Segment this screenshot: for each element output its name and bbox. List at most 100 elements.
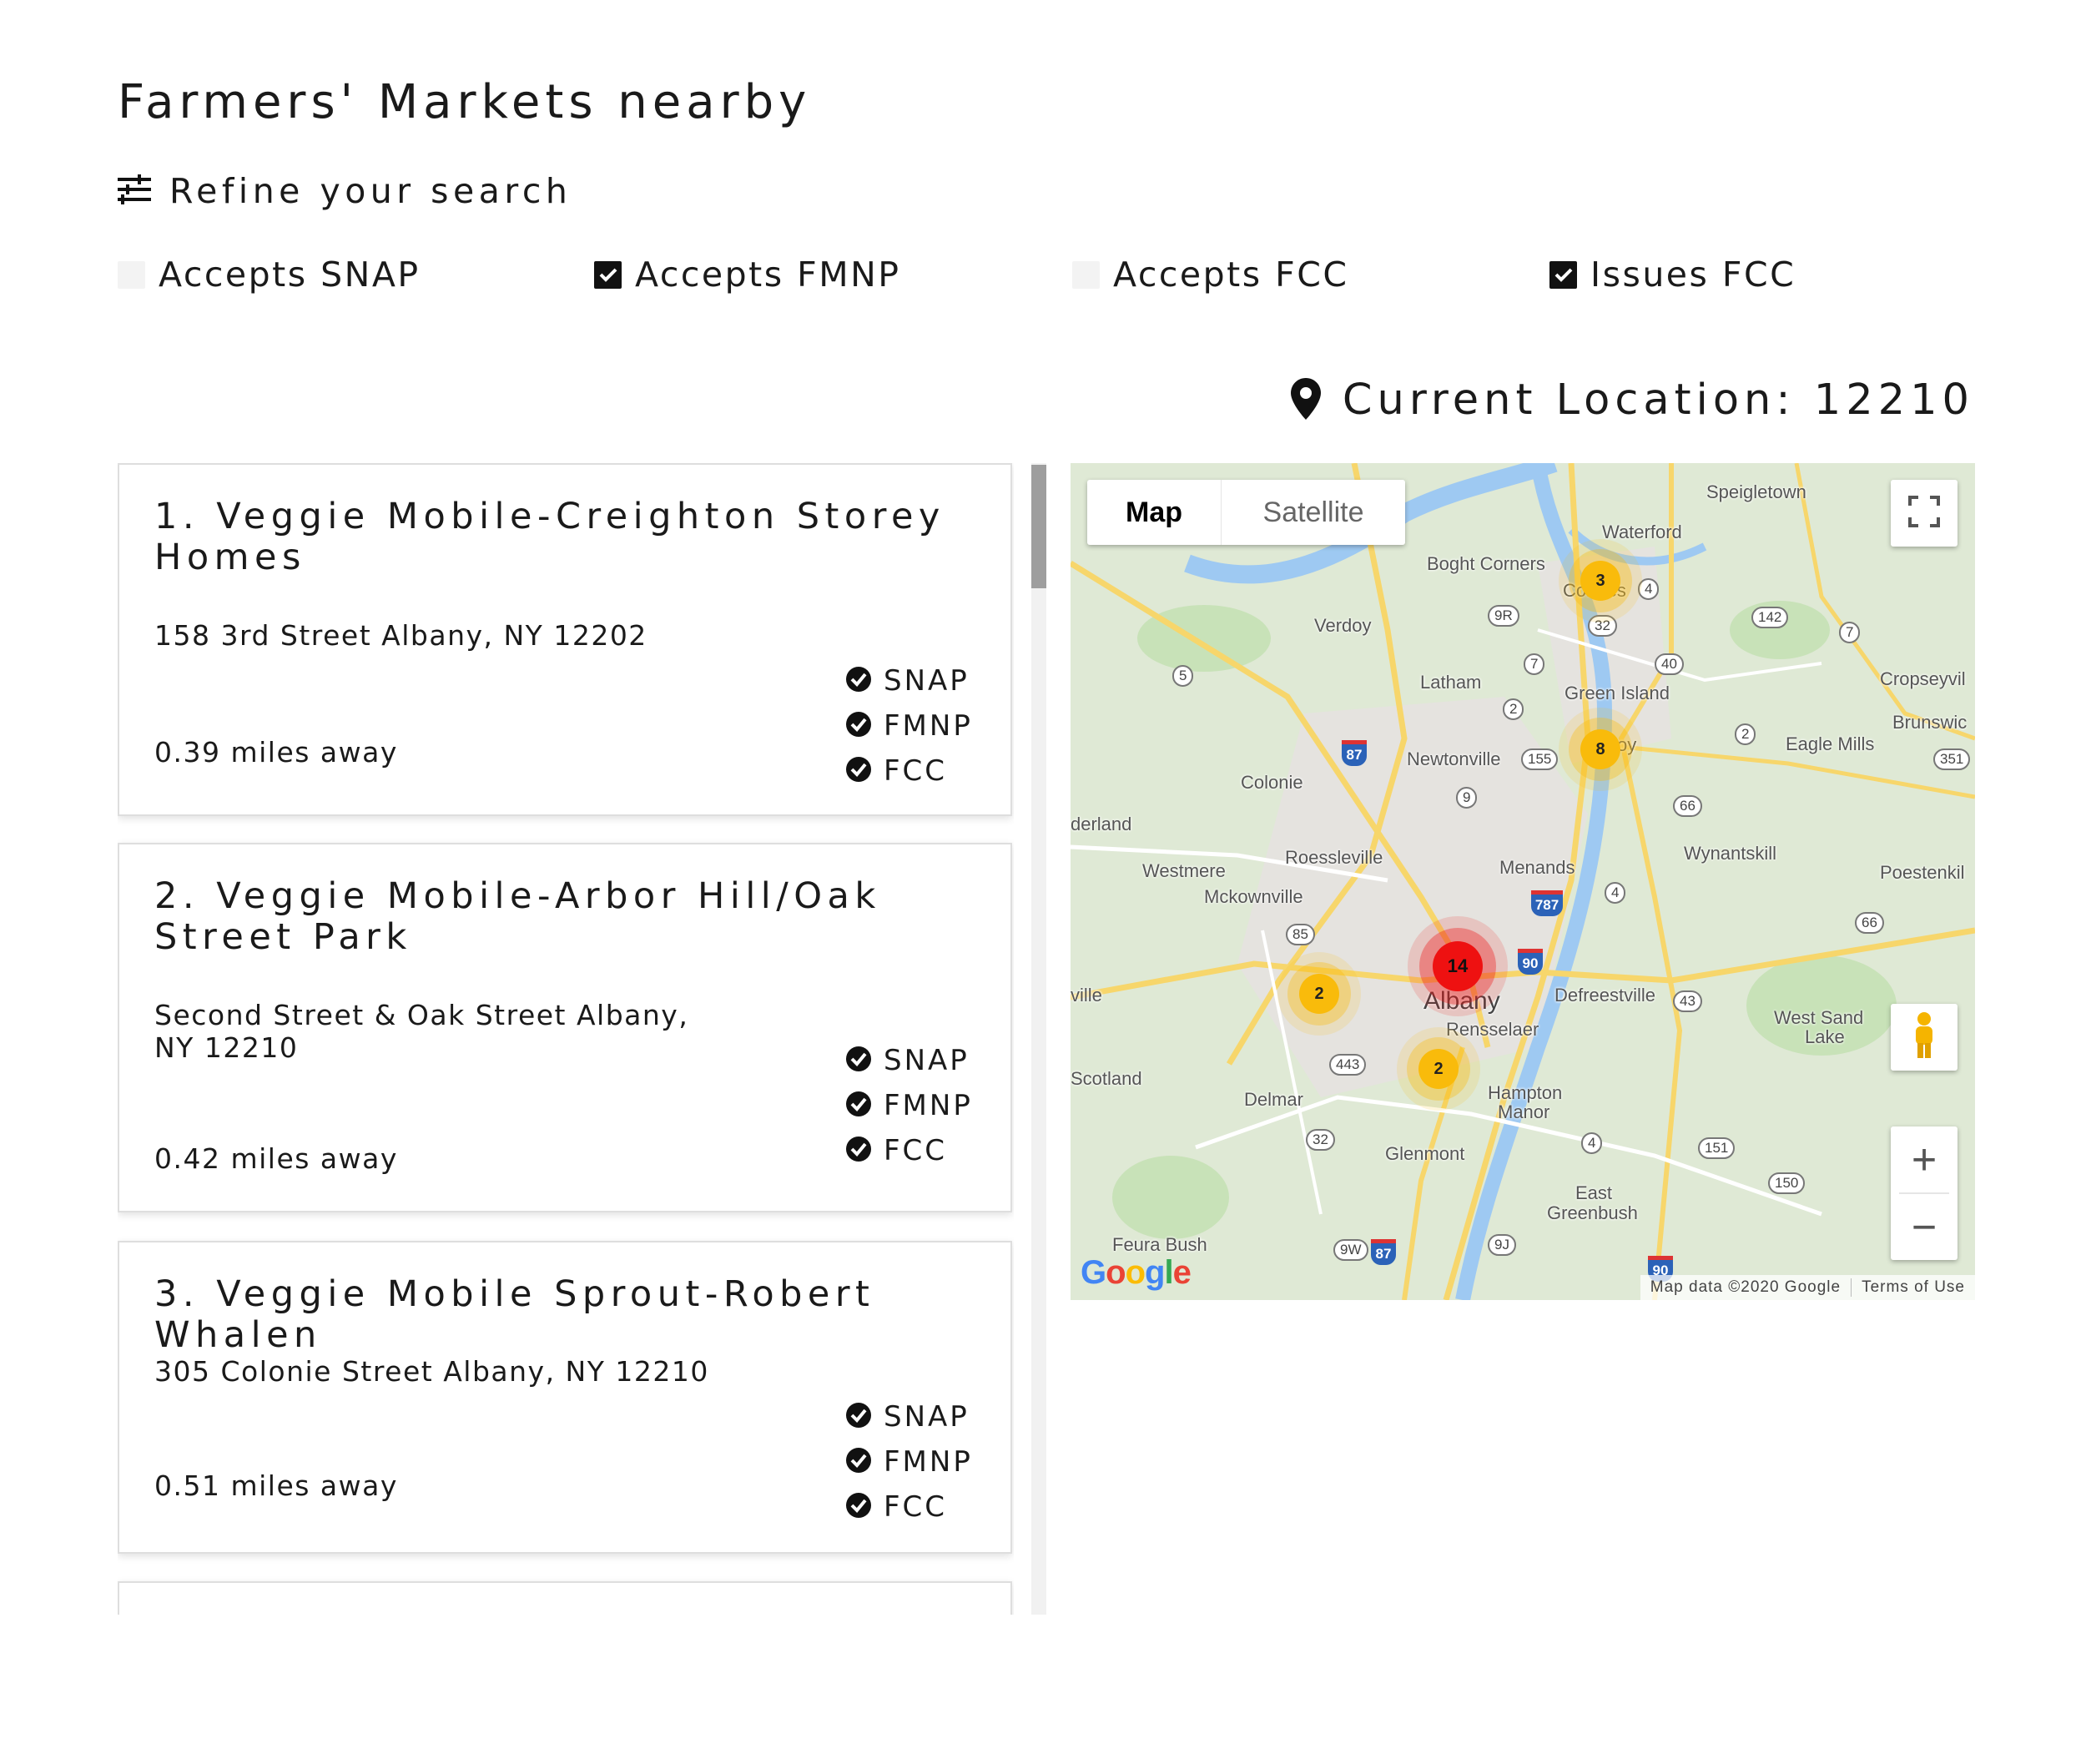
- map-place-label: Newtonville: [1407, 748, 1501, 769]
- map-place-label: Boght Corners: [1427, 553, 1545, 574]
- result-card[interactable]: 2. Veggie Mobile-Arbor Hill/Oak Street P…: [118, 843, 1012, 1212]
- fullscreen-button[interactable]: [1891, 480, 1958, 547]
- badge-fmnp: FMNP: [845, 703, 1004, 748]
- result-badges: SNAP FMNP FCC: [845, 1394, 1004, 1530]
- map-cluster-marker[interactable]: 14: [1433, 941, 1483, 991]
- filter-checkbox[interactable]: [1072, 260, 1100, 289]
- route-shield: 151: [1698, 1137, 1736, 1159]
- page-title: Farmers' Markets nearby: [118, 75, 812, 129]
- map-place-label: Westmere: [1142, 860, 1226, 881]
- sliders-icon: [118, 174, 151, 208]
- map-cluster-marker[interactable]: 2: [1299, 974, 1339, 1014]
- filter-label: Accepts FMNP: [635, 255, 901, 295]
- badge-fmnp: FMNP: [845, 1083, 1004, 1128]
- badge-label: SNAP: [884, 664, 970, 698]
- route-shield: 32: [1588, 615, 1617, 637]
- badge-snap: SNAP: [845, 1038, 1004, 1083]
- pegman-icon: [1909, 1011, 1939, 1063]
- map-type-satellite-button[interactable]: Satellite: [1221, 480, 1405, 545]
- route-shield: 32: [1306, 1129, 1335, 1151]
- map-place-label: Colonie: [1241, 772, 1303, 793]
- terms-of-use-link[interactable]: Terms of Use: [1851, 1278, 1975, 1297]
- check-circle-icon: [845, 1447, 872, 1477]
- filter-accepts-fmnp[interactable]: Accepts FMNP: [594, 255, 900, 295]
- badge-label: FMNP: [884, 1089, 973, 1122]
- route-shield: 351: [1933, 748, 1971, 770]
- zoom-out-button[interactable]: −: [1891, 1194, 1958, 1260]
- map-place-label: Verdoy: [1314, 615, 1372, 636]
- map-place-label: Waterford: [1602, 522, 1682, 542]
- map[interactable]: Speigletown Waterford Boght Corners Verd…: [1071, 463, 1975, 1300]
- route-shield: 85: [1286, 924, 1315, 945]
- map-place-label-albany: Albany: [1423, 987, 1500, 1015]
- results-scrollbar-thumb[interactable]: [1031, 465, 1046, 588]
- map-cluster-marker[interactable]: 8: [1580, 729, 1620, 769]
- map-place-label: Mckownville: [1204, 886, 1303, 907]
- map-place-label: Menands: [1499, 857, 1575, 878]
- map-place-label: ville: [1071, 985, 1102, 1005]
- current-location-label: Current Location: 12210: [1342, 375, 1974, 425]
- result-card[interactable]: 3. Veggie Mobile Sprout-Robert Whalen 30…: [118, 1241, 1012, 1554]
- badge-snap: SNAP: [845, 1394, 1004, 1439]
- result-distance: 0.51 miles away: [154, 1469, 398, 1502]
- badge-fmnp: FMNP: [845, 1439, 1004, 1484]
- results-list[interactable]: 1. Veggie Mobile-Creighton Storey Homes …: [118, 463, 1014, 1615]
- route-shield: 142: [1751, 607, 1789, 628]
- filter-checkbox[interactable]: [118, 260, 145, 289]
- map-place-label: Speigletown: [1706, 481, 1806, 502]
- filter-checkbox[interactable]: [1549, 260, 1577, 289]
- map-cluster-marker[interactable]: 2: [1418, 1049, 1459, 1089]
- map-place-label: Delmar: [1244, 1089, 1303, 1110]
- badge-fcc: FCC: [845, 748, 1004, 794]
- badge-snap: SNAP: [845, 658, 1004, 703]
- interstate-shield: 87: [1342, 740, 1367, 766]
- route-shield: 9J: [1488, 1234, 1516, 1256]
- street-view-button[interactable]: [1891, 1004, 1958, 1071]
- map-pin-icon: [1290, 377, 1321, 423]
- map-data-credit: Map data ©2020 Google: [1650, 1278, 1842, 1296]
- zoom-in-button[interactable]: +: [1891, 1126, 1958, 1192]
- map-type-map-button[interactable]: Map: [1087, 480, 1221, 545]
- filter-checkbox[interactable]: [594, 260, 622, 289]
- check-circle-icon: [845, 666, 872, 696]
- fullscreen-icon: [1908, 496, 1940, 531]
- map-place-label: Scotland: [1071, 1068, 1142, 1089]
- check-circle-icon: [845, 1402, 872, 1432]
- filter-issues-fcc[interactable]: Issues FCC: [1549, 255, 1796, 295]
- map-place-label: Defreestville: [1554, 985, 1656, 1005]
- result-card[interactable]: [118, 1581, 1012, 1615]
- badge-fcc: FCC: [845, 1484, 1004, 1530]
- refine-search[interactable]: Refine your search: [118, 171, 572, 211]
- map-place-label: Cropseyvil: [1880, 668, 1966, 689]
- route-shield: 9R: [1488, 605, 1519, 627]
- result-name[interactable]: 1. Veggie Mobile-Creighton Storey Homes: [154, 496, 989, 578]
- route-shield: 443: [1329, 1054, 1367, 1076]
- result-badges: SNAP FMNP FCC: [845, 658, 1004, 794]
- map-place-label: Poestenkil: [1880, 862, 1965, 883]
- check-circle-icon: [845, 1046, 872, 1076]
- route-shield: 66: [1673, 795, 1702, 817]
- result-name[interactable]: 2. Veggie Mobile-Arbor Hill/Oak Street P…: [154, 876, 989, 958]
- map-place-label: Eagle Mills: [1786, 733, 1875, 754]
- badge-label: SNAP: [884, 1400, 970, 1434]
- result-address: 158 3rd Street Albany, NY 12202: [154, 619, 647, 652]
- zoom-control[interactable]: + −: [1891, 1126, 1958, 1260]
- result-card[interactable]: 1. Veggie Mobile-Creighton Storey Homes …: [118, 463, 1012, 816]
- result-name[interactable]: 3. Veggie Mobile Sprout-Robert Whalen: [154, 1274, 989, 1356]
- map-place-label: Rensselaer: [1446, 1019, 1539, 1040]
- map-place-label: Feura Bush: [1112, 1234, 1207, 1255]
- map-place-label: Roessleville: [1285, 847, 1383, 868]
- route-shield: 9W: [1333, 1239, 1368, 1261]
- filter-accepts-fcc[interactable]: Accepts FCC: [1072, 255, 1348, 295]
- results-scrollbar-track[interactable]: [1031, 463, 1046, 1615]
- map-place-label: Lake: [1805, 1026, 1845, 1047]
- map-attribution: Map data ©2020 Google Terms of Use: [1640, 1275, 1975, 1300]
- interstate-shield: 87: [1371, 1239, 1396, 1265]
- map-place-label: Manor: [1498, 1101, 1550, 1122]
- result-distance: 0.39 miles away: [154, 736, 398, 769]
- route-shield: 66: [1855, 912, 1884, 934]
- map-cluster-marker[interactable]: 3: [1580, 561, 1620, 601]
- map-type-toggle[interactable]: Map Satellite: [1087, 480, 1405, 545]
- filter-accepts-snap[interactable]: Accepts SNAP: [118, 255, 421, 295]
- google-logo[interactable]: Google: [1081, 1254, 1192, 1292]
